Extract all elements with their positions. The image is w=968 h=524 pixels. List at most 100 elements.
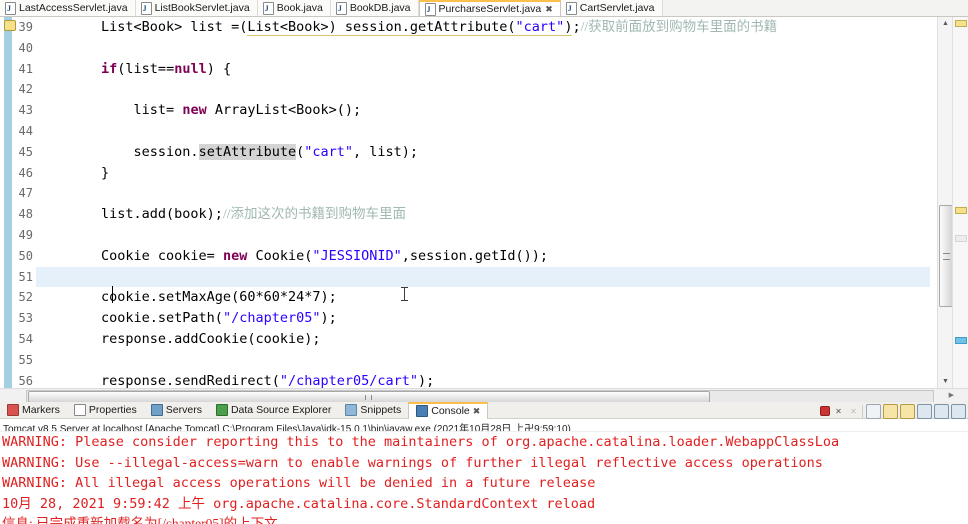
line-number: 40 (18, 40, 33, 55)
java-file-icon (424, 2, 436, 16)
remove-launch-button[interactable]: ✕ (832, 405, 845, 418)
console-launch-header: Tomcat v8.5 Server at localhost [Apache … (0, 419, 968, 432)
code-editor[interactable]: 39 40 41 42 43 44 45 46 47 48 49 50 51 5… (0, 17, 968, 388)
tab-markers[interactable]: Markers (0, 402, 67, 419)
tab-snippets[interactable]: Snippets (338, 402, 408, 419)
code-line-44[interactable] (36, 121, 930, 142)
code-line-50[interactable]: Cookie cookie= new Cookie("JESSIONID",se… (36, 246, 930, 267)
code-line-45[interactable]: session.setAttribute("cart", list); (36, 142, 930, 163)
code-line-51[interactable] (36, 266, 930, 288)
editor-tab-label: Book.java (276, 2, 323, 14)
editor-tab-label: ListBookServlet.java (154, 2, 250, 14)
display-selected-console-button[interactable] (934, 403, 949, 419)
console-line: 信息: 已完成重新加载名为[/chapter05]的上下文 (2, 516, 278, 524)
editor-tab-bookdb[interactable]: BookDB.java (330, 0, 419, 16)
servers-icon (150, 404, 163, 416)
view-tab-label: Data Source Explorer (230, 404, 332, 416)
line-number: 44 (18, 123, 33, 138)
editor-tab-purcharseservlet[interactable]: PurcharseServlet.java ✖ (418, 0, 561, 16)
java-file-icon (335, 1, 347, 16)
line-number: 41 (18, 61, 33, 76)
editor-tab-label: PurcharseServlet.java (438, 3, 542, 15)
code-line-40[interactable] (36, 38, 930, 59)
snippets-icon (345, 404, 358, 416)
code-line-49[interactable] (36, 225, 930, 246)
clear-console-button[interactable] (866, 403, 881, 419)
line-number: 48 (18, 207, 33, 222)
console-line: 10月 28, 2021 9:59:42 上午 org.apache.catal… (2, 495, 596, 512)
editor-text-area[interactable]: List<Book> list =(List<Book>) session.ge… (36, 17, 930, 388)
code-line-53[interactable]: cookie.setPath("/chapter05"); (36, 308, 930, 329)
line-number: 56 (18, 373, 33, 388)
line-number: 54 (18, 331, 33, 346)
java-file-icon (262, 1, 274, 16)
editor-overview-ruler[interactable] (952, 17, 968, 388)
code-line-43[interactable]: list= new ArrayList<Book>(); (36, 100, 930, 121)
editor-tab-bar: LastAccessServlet.java ListBookServlet.j… (0, 0, 968, 17)
pin-console-button[interactable] (917, 403, 932, 419)
line-number: 51 (18, 269, 33, 284)
view-tab-label: Servers (165, 404, 202, 416)
overview-selection-marker[interactable] (955, 337, 967, 344)
line-number: 52 (18, 290, 33, 305)
overview-occurrence-marker[interactable] (955, 235, 967, 242)
editor-tab-listbookservlet[interactable]: ListBookServlet.java (135, 0, 258, 16)
line-number: 46 (18, 165, 33, 180)
scroll-right-arrow-icon[interactable]: ▶ (949, 390, 954, 402)
scroll-lock-button[interactable] (883, 403, 898, 419)
code-line-52[interactable]: cookie.setMaxAge(60*60*24*7); (36, 287, 930, 308)
code-line-41[interactable]: if(list==null) { (36, 59, 930, 80)
console-line: WARNING: Use --illegal-access=warn to en… (2, 454, 823, 471)
scroll-up-arrow-icon[interactable]: ▲ (938, 17, 953, 30)
view-tab-label: Console (431, 405, 470, 417)
code-line-55[interactable] (36, 350, 930, 371)
mouse-pointer-ibeam-icon (401, 287, 408, 301)
eclipse-ide-window: LastAccessServlet.java ListBookServlet.j… (0, 0, 968, 524)
tab-properties[interactable]: Properties (67, 402, 144, 419)
console-toolbar: ✕ ✕ (820, 403, 966, 419)
line-number: 55 (18, 352, 33, 367)
editor-tab-lastaccessservlet[interactable]: LastAccessServlet.java (0, 0, 136, 16)
terminate-button[interactable] (820, 406, 830, 416)
overview-warning-marker[interactable] (955, 207, 967, 214)
editor-tab-book[interactable]: Book.java (257, 0, 331, 16)
code-line-48[interactable]: list.add(book);//添加这次的书籍到购物车里面 (36, 204, 930, 225)
line-number: 47 (18, 186, 33, 201)
overview-warning-marker[interactable] (955, 20, 967, 27)
editor-tab-label: CartServlet.java (579, 2, 655, 14)
close-icon[interactable]: ✖ (545, 1, 553, 16)
code-line-54[interactable]: response.addCookie(cookie); (36, 329, 930, 350)
editor-vertical-scrollbar[interactable]: ▲ ▼ (937, 17, 954, 388)
code-line-47[interactable] (36, 183, 930, 204)
editor-gutter[interactable]: 39 40 41 42 43 44 45 46 47 48 49 50 51 5… (0, 17, 36, 388)
editor-tab-label: LastAccessServlet.java (19, 2, 128, 14)
data-source-explorer-icon (215, 404, 228, 416)
console-line: WARNING: Please consider reporting this … (2, 434, 840, 450)
line-number-ruler: 39 40 41 42 43 44 45 46 47 48 49 50 51 5… (0, 17, 36, 388)
code-line-46[interactable]: } (36, 163, 930, 184)
toolbar-separator (862, 404, 864, 418)
close-icon[interactable]: ✖ (473, 406, 481, 417)
console-line: WARNING: All illegal access operations w… (2, 475, 596, 491)
markers-icon (7, 404, 19, 416)
code-line-56[interactable]: response.sendRedirect("/chapter05/cart")… (36, 371, 930, 388)
java-file-icon (5, 1, 16, 16)
line-number: 53 (18, 311, 33, 326)
tab-data-source-explorer[interactable]: Data Source Explorer (209, 402, 338, 419)
open-console-menu-button[interactable] (951, 403, 966, 419)
code-line-42[interactable] (36, 79, 930, 100)
code-line-39[interactable]: List<Book> list =(List<Book>) session.ge… (36, 17, 930, 38)
scroll-down-arrow-icon[interactable]: ▼ (938, 375, 953, 388)
line-number: 43 (18, 103, 33, 118)
line-number: 50 (18, 248, 33, 263)
remove-all-terminated-button[interactable]: ✕ (847, 405, 860, 418)
line-number: 45 (18, 144, 33, 159)
line-number: 42 (18, 82, 33, 97)
tab-servers[interactable]: Servers (144, 402, 209, 419)
editor-tab-cartservlet[interactable]: CartServlet.java (560, 0, 663, 16)
properties-icon (73, 404, 86, 416)
view-tab-label: Properties (88, 404, 137, 416)
console-output[interactable]: WARNING: Please consider reporting this … (0, 432, 968, 524)
tab-console[interactable]: Console ✖ (408, 401, 489, 419)
word-wrap-button[interactable] (900, 403, 915, 419)
